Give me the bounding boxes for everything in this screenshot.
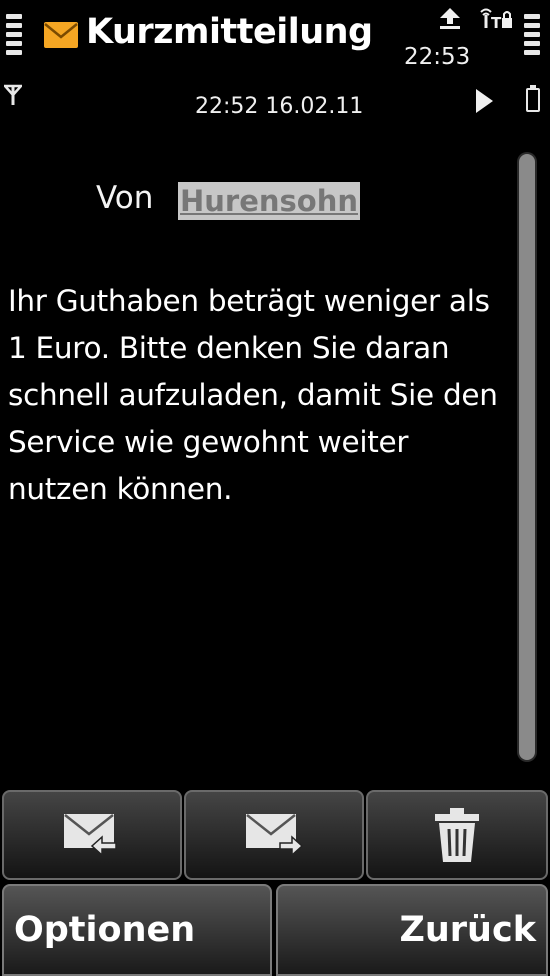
sender-link[interactable]: Hurensohn — [178, 182, 361, 220]
envelope-icon — [44, 22, 78, 48]
scrollbar-thumb[interactable] — [519, 154, 535, 760]
options-softkey[interactable]: Optionen — [2, 884, 272, 976]
battery-icon — [526, 85, 540, 112]
trash-icon — [435, 808, 479, 862]
antenna-icon — [4, 84, 22, 105]
upload-icon — [440, 8, 460, 29]
svg-text:T: T — [491, 14, 502, 30]
battery-level-bars — [524, 14, 540, 59]
message-datetime: 22:52 16.02.11 — [195, 94, 364, 119]
message-body: Ihr Guthaben beträgt weniger als 1 Euro.… — [8, 284, 498, 506]
reply-icon — [64, 814, 117, 857]
wlan-locked-icon: T — [480, 8, 512, 30]
forward-icon — [246, 814, 304, 857]
page-title: Kurzmitteilung — [86, 12, 373, 52]
delete-button[interactable] — [366, 790, 548, 880]
back-softkey[interactable]: Zurück — [276, 884, 548, 976]
signal-strength-bars — [6, 14, 22, 59]
forward-button[interactable] — [184, 790, 364, 880]
reply-button[interactable] — [2, 790, 182, 880]
next-message-arrow-icon[interactable] — [474, 88, 494, 114]
from-label: Von — [96, 180, 154, 216]
clock: 22:53 — [404, 44, 471, 70]
